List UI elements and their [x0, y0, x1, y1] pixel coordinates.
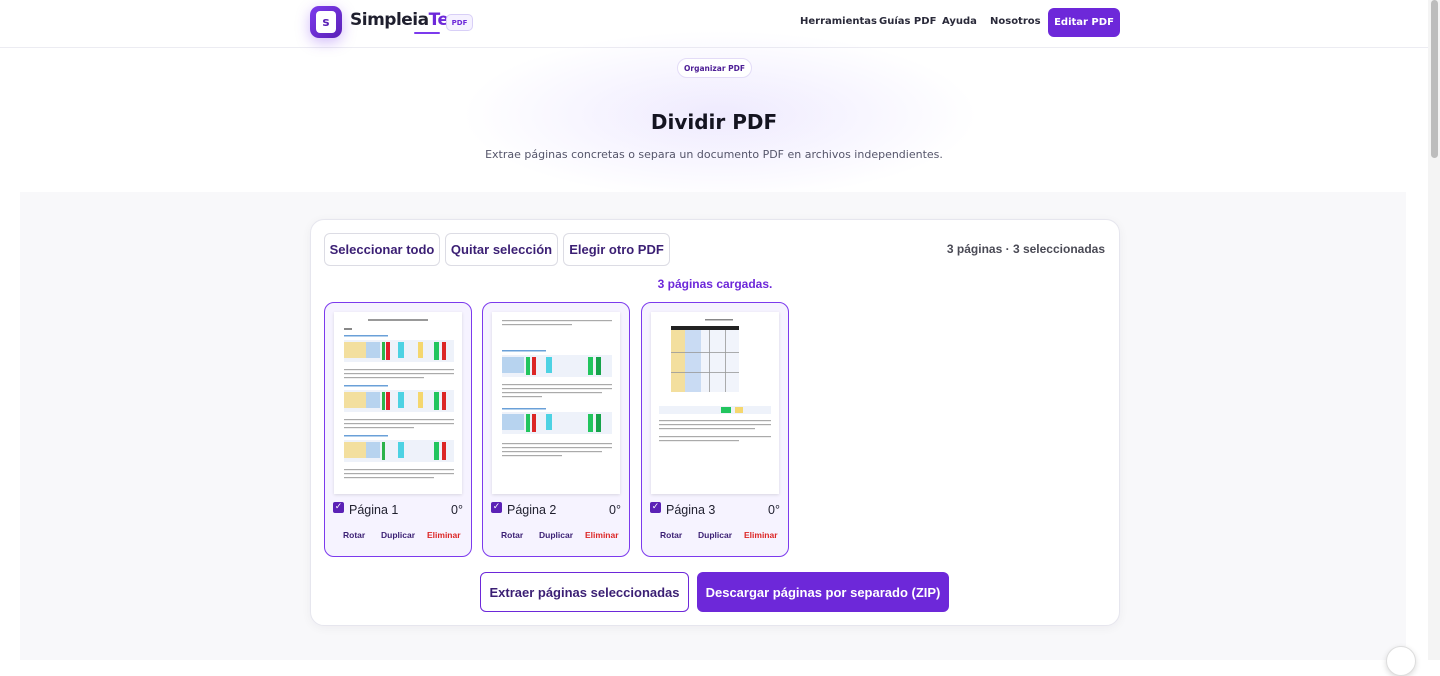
rotate-button-1[interactable]: Rotar	[343, 530, 365, 540]
delete-button-2[interactable]: Eliminar	[585, 530, 619, 540]
page-card-3[interactable]: ✓ Página 3 0° Rotar Duplicar Eliminar	[641, 302, 789, 557]
clear-selection-button[interactable]: Quitar selección	[445, 233, 558, 266]
category-pill: Organizar PDF	[677, 58, 752, 78]
logo-letter: s	[316, 11, 336, 33]
rotate-button-2[interactable]: Rotar	[501, 530, 523, 540]
brand-tag: PDF	[446, 14, 473, 31]
loaded-status: 3 páginas cargadas.	[657, 277, 773, 291]
page-checkbox-1[interactable]: ✓	[333, 502, 344, 513]
logo-icon[interactable]: s	[310, 6, 342, 38]
delete-button-3[interactable]: Eliminar	[744, 530, 778, 540]
page-rotation-1: 0°	[451, 503, 463, 517]
page-card-1[interactable]: ✓ Página 1 0° Rotar Duplicar Eliminar	[324, 302, 472, 557]
edit-pdf-button[interactable]: Editar PDF	[1048, 8, 1120, 37]
scrollbar-thumb[interactable]	[1431, 0, 1438, 158]
page-label-1: Página 1	[349, 503, 399, 517]
page-thumbnail-1	[334, 312, 462, 494]
nav-nosotros[interactable]: Nosotros	[990, 16, 1041, 27]
page-subtitle: Extrae páginas concretas o separa un doc…	[485, 148, 943, 161]
brand-main: Simpleia	[350, 10, 429, 30]
duplicate-button-2[interactable]: Duplicar	[539, 530, 573, 540]
page-checkbox-3[interactable]: ✓	[650, 502, 661, 513]
floating-help-button[interactable]	[1386, 646, 1416, 676]
duplicate-button-1[interactable]: Duplicar	[381, 530, 415, 540]
page-label-3: Página 3	[666, 503, 716, 517]
extract-selected-button[interactable]: Extraer páginas seleccionadas	[480, 572, 689, 612]
page-label-2: Página 2	[507, 503, 557, 517]
page-thumbnail-3	[651, 312, 779, 494]
rotate-button-3[interactable]: Rotar	[660, 530, 682, 540]
nav-guias-pdf[interactable]: Guías PDF	[879, 16, 936, 27]
page-checkbox-2[interactable]: ✓	[491, 502, 502, 513]
choose-other-pdf-button[interactable]: Elegir otro PDF	[563, 233, 670, 266]
nav-ayuda[interactable]: Ayuda	[942, 16, 977, 27]
select-all-button[interactable]: Seleccionar todo	[324, 233, 440, 266]
nav-herramientas[interactable]: Herramientas	[800, 16, 877, 27]
page-card-2[interactable]: ✓ Página 2 0° Rotar Duplicar Eliminar	[482, 302, 630, 557]
delete-button-1[interactable]: Eliminar	[427, 530, 461, 540]
brand-name[interactable]: SimpleiaTec	[350, 10, 459, 30]
brand-underline	[414, 32, 440, 34]
download-zip-button[interactable]: Descargar páginas por separado (ZIP)	[697, 572, 949, 612]
page-rotation-3: 0°	[768, 503, 780, 517]
page-count: 3 páginas · 3 seleccionadas	[946, 242, 1105, 256]
duplicate-button-3[interactable]: Duplicar	[698, 530, 732, 540]
page-rotation-2: 0°	[609, 503, 621, 517]
page-title: Dividir PDF	[650, 110, 778, 134]
page-thumbnail-2	[492, 312, 620, 494]
